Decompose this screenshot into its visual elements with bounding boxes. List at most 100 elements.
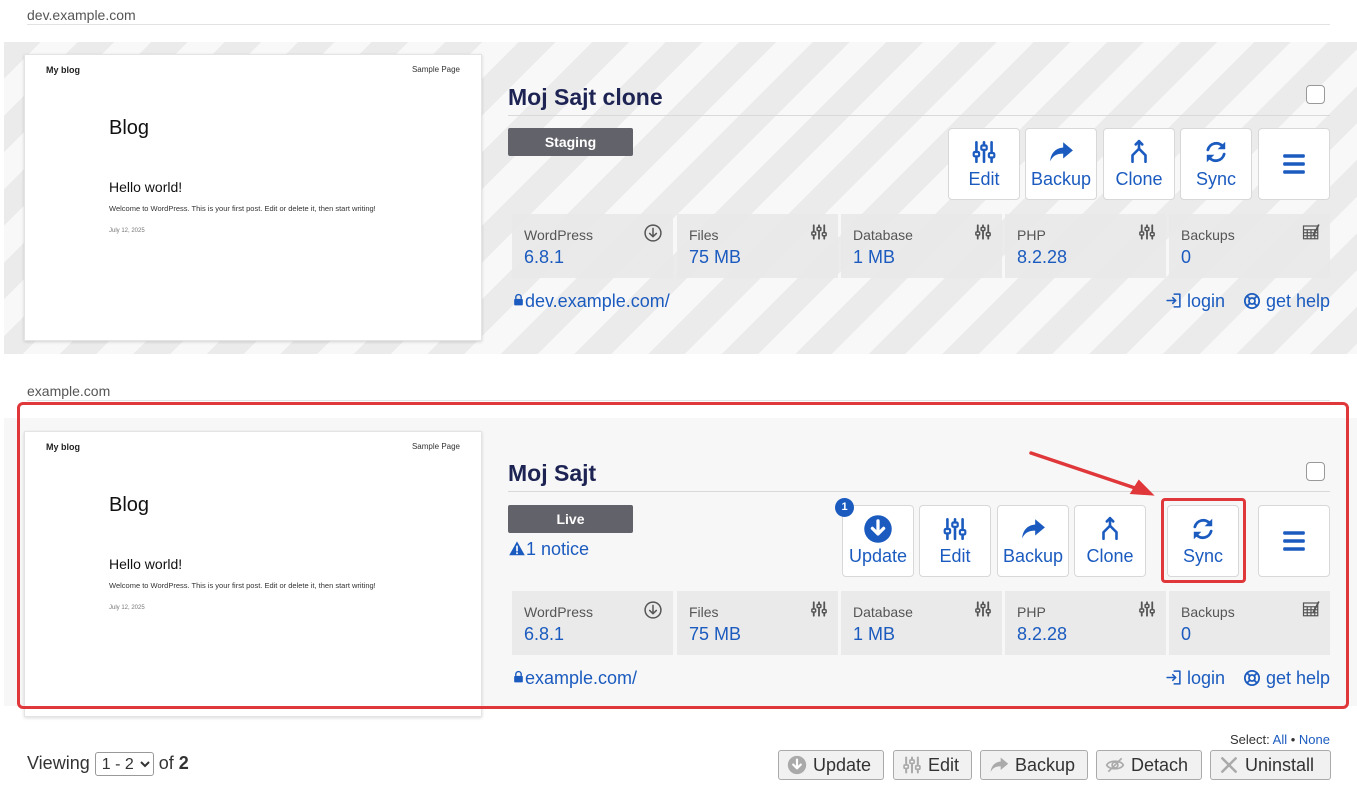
sliders-icon[interactable] xyxy=(810,223,828,241)
select-label: Select: xyxy=(1230,732,1270,747)
sync-button-label: Sync xyxy=(1182,546,1224,566)
thumbnail-logo: My blog xyxy=(46,65,80,75)
share-arrow-icon xyxy=(989,755,1009,775)
clone-button[interactable]: Clone xyxy=(1103,128,1175,200)
update-button[interactable]: 1 Update xyxy=(835,498,914,577)
login-icon xyxy=(1165,292,1182,309)
site-name[interactable]: Moj Sajt xyxy=(508,460,596,487)
site-url-text: example.com/ xyxy=(525,668,638,688)
sync-button[interactable]: Sync xyxy=(1167,505,1239,577)
edit-button[interactable]: Edit xyxy=(948,128,1020,200)
download-circle-icon[interactable] xyxy=(643,223,663,243)
stat-value: 0 xyxy=(1181,247,1192,267)
stat-database[interactable]: Database 1 MB xyxy=(841,214,1002,278)
sliders-icon xyxy=(942,516,968,542)
site-domain-label: dev.example.com xyxy=(27,7,136,23)
thumbnail-post-title: Hello world! xyxy=(109,179,183,195)
stat-php[interactable]: PHP 8.2.28 xyxy=(1005,214,1166,278)
page-range-select[interactable]: 1 - 2 xyxy=(94,752,154,776)
stat-php[interactable]: PHP 8.2.28 xyxy=(1005,591,1166,655)
divider xyxy=(27,400,1330,401)
site-domain-label: example.com xyxy=(27,383,111,399)
login-link[interactable]: login xyxy=(1165,291,1225,312)
stat-value: 8.2.28 xyxy=(1017,247,1068,267)
bulk-uninstall-button[interactable]: Uninstall xyxy=(1210,750,1331,780)
stat-value: 0 xyxy=(1181,624,1192,644)
thumbnail-title: Blog xyxy=(109,117,150,139)
select-separator: • xyxy=(1290,732,1296,747)
stat-value: 8.2.28 xyxy=(1017,624,1068,644)
backup-button[interactable]: Backup xyxy=(1025,128,1097,200)
stat-backups[interactable]: Backups 0 xyxy=(1169,591,1330,655)
stat-backups[interactable]: Backups 0 xyxy=(1169,214,1330,278)
login-link[interactable]: login xyxy=(1165,668,1225,689)
close-icon xyxy=(1219,755,1239,775)
environment-badge: Live xyxy=(508,505,633,533)
select-all-none: Select: All • None xyxy=(1230,732,1330,747)
hamburger-menu-icon xyxy=(1281,527,1307,555)
more-menu-button[interactable] xyxy=(1258,505,1330,577)
share-arrow-icon xyxy=(1048,139,1074,165)
sync-button[interactable]: Sync xyxy=(1180,128,1252,200)
update-button-label: Update xyxy=(848,546,908,566)
login-label: login xyxy=(1187,668,1226,688)
get-help-link[interactable]: get help xyxy=(1243,291,1330,312)
sliders-icon[interactable] xyxy=(810,600,828,618)
site-name[interactable]: Moj Sajt clone xyxy=(508,84,663,111)
get-help-link[interactable]: get help xyxy=(1243,668,1330,689)
site-url-link[interactable]: dev.example.com/ xyxy=(512,291,670,312)
calendar-edit-icon[interactable] xyxy=(1302,600,1320,618)
sliders-icon[interactable] xyxy=(1138,600,1156,618)
stat-database[interactable]: Database 1 MB xyxy=(841,591,1002,655)
select-all-link[interactable]: All xyxy=(1273,732,1287,747)
bulk-detach-label: Detach xyxy=(1131,754,1189,775)
site-select-checkbox[interactable] xyxy=(1306,85,1325,104)
site-thumbnail[interactable]: My blog Sample Page Blog Hello world! We… xyxy=(24,54,482,341)
sync-icon xyxy=(1190,516,1216,542)
edit-button[interactable]: Edit xyxy=(919,505,991,577)
site-thumbnail[interactable]: My blog Sample Page Blog Hello world! We… xyxy=(24,431,482,717)
thumbnail-excerpt: Welcome to WordPress. This is your first… xyxy=(109,204,376,213)
site-url-link[interactable]: example.com/ xyxy=(512,668,637,689)
update-count-badge: 1 xyxy=(835,498,854,517)
more-menu-button[interactable] xyxy=(1258,128,1330,200)
bulk-detach-button[interactable]: Detach xyxy=(1096,750,1202,780)
site-select-checkbox[interactable] xyxy=(1306,462,1325,481)
backup-button[interactable]: Backup xyxy=(997,505,1069,577)
bulk-backup-label: Backup xyxy=(1015,754,1076,775)
stat-value: 6.8.1 xyxy=(524,247,565,267)
clone-button-label: Clone xyxy=(1086,546,1134,566)
sliders-icon[interactable] xyxy=(1138,223,1156,241)
site-url-text: dev.example.com/ xyxy=(525,291,670,311)
stat-files[interactable]: Files 75 MB xyxy=(677,214,838,278)
select-none-link[interactable]: None xyxy=(1299,732,1330,747)
stat-wordpress[interactable]: WordPress 6.8.1 xyxy=(512,214,673,278)
download-circle-icon xyxy=(787,755,807,775)
stat-value: 75 MB xyxy=(689,624,742,644)
lifebuoy-icon xyxy=(1243,669,1261,687)
thumbnail-post-title: Hello world! xyxy=(109,556,183,572)
lock-icon xyxy=(512,292,525,308)
stat-wordpress[interactable]: WordPress 6.8.1 xyxy=(512,591,673,655)
thumbnail-excerpt: Welcome to WordPress. This is your first… xyxy=(109,581,376,590)
bulk-backup-button[interactable]: Backup xyxy=(980,750,1088,780)
bulk-uninstall-label: Uninstall xyxy=(1245,754,1315,775)
clone-button[interactable]: Clone xyxy=(1074,505,1146,577)
notice-link[interactable]: 1 notice xyxy=(508,539,589,560)
bulk-edit-button[interactable]: Edit xyxy=(893,750,972,780)
fork-icon xyxy=(1126,139,1152,165)
lifebuoy-icon xyxy=(1243,292,1261,310)
lock-icon xyxy=(512,669,525,685)
total-count: 2 xyxy=(178,752,189,773)
bulk-update-button[interactable]: Update xyxy=(778,750,884,780)
pagination: Viewing 1 - 2 of 2 xyxy=(27,752,189,776)
thumbnail-title: Blog xyxy=(109,494,150,516)
sliders-icon[interactable] xyxy=(974,600,992,618)
thumbnail-logo: My blog xyxy=(46,442,80,452)
warning-icon xyxy=(508,540,526,557)
download-circle-icon[interactable] xyxy=(643,600,663,620)
sliders-icon[interactable] xyxy=(974,223,992,241)
stat-files[interactable]: Files 75 MB xyxy=(677,591,838,655)
fork-icon xyxy=(1097,516,1123,542)
calendar-edit-icon[interactable] xyxy=(1302,223,1320,241)
